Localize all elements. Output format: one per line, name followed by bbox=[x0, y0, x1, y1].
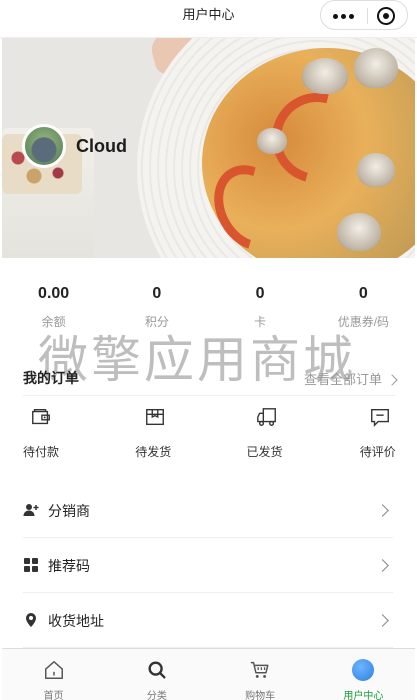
chevron-right-icon bbox=[376, 504, 389, 517]
tab-label: 用户中心 bbox=[343, 691, 384, 700]
box-icon bbox=[146, 408, 165, 426]
banner-clam-decoration bbox=[257, 128, 287, 154]
banner-clam-decoration bbox=[357, 153, 395, 187]
stat-value: 0 bbox=[152, 285, 162, 302]
order-status-label: 待付款 bbox=[23, 445, 60, 459]
menu-item-label: 推荐码 bbox=[48, 558, 90, 574]
search-icon bbox=[148, 661, 166, 679]
tab-label: 购物车 bbox=[245, 691, 276, 700]
chevron-right-icon bbox=[376, 614, 389, 627]
avatar[interactable] bbox=[22, 124, 66, 168]
capsule-divider bbox=[367, 8, 368, 24]
truck-icon bbox=[256, 408, 276, 426]
order-shipped[interactable]: 已发货 bbox=[209, 403, 312, 463]
order-status-label: 已发货 bbox=[246, 445, 283, 459]
menu-item-distributor[interactable]: 分销商 bbox=[23, 483, 393, 538]
menu-item-shipping-address[interactable]: 收货地址 bbox=[23, 593, 393, 648]
mini-program-capsule bbox=[320, 0, 408, 30]
bottom-tab-bar: 首页 分类 购物车 用户中心 bbox=[2, 648, 415, 700]
wallet-icon bbox=[32, 408, 50, 425]
tab-label: 首页 bbox=[43, 691, 64, 700]
menu-item-label: 分销商 bbox=[48, 503, 90, 519]
user-center-icon bbox=[352, 659, 375, 681]
location-pin-icon bbox=[26, 613, 36, 627]
stat-value: 0 bbox=[255, 285, 265, 302]
user-plus-icon bbox=[23, 504, 39, 516]
order-pending-review[interactable]: 待评价 bbox=[312, 403, 415, 463]
close-target-icon[interactable] bbox=[377, 7, 395, 25]
tab-user-center[interactable]: 用户中心 bbox=[312, 649, 415, 700]
stat-value: 0 bbox=[358, 285, 368, 302]
menu-item-label: 收货地址 bbox=[48, 613, 104, 629]
order-pending-payment[interactable]: 待付款 bbox=[2, 403, 105, 463]
navigation-bar: 用户中心 bbox=[0, 0, 417, 38]
tab-home[interactable]: 首页 bbox=[2, 649, 105, 700]
tab-cart[interactable]: 购物车 bbox=[209, 649, 312, 700]
view-all-orders-label: 查看全部订单 bbox=[303, 372, 382, 387]
banner-clam-decoration bbox=[302, 58, 348, 94]
comment-icon bbox=[370, 408, 389, 427]
more-menu-button[interactable] bbox=[333, 14, 354, 19]
chevron-right-icon bbox=[386, 374, 398, 386]
chevron-right-icon bbox=[376, 559, 389, 572]
order-status-label: 待评价 bbox=[359, 445, 396, 459]
home-icon bbox=[44, 661, 63, 679]
username: Cloud bbox=[76, 136, 127, 156]
tab-category[interactable]: 分类 bbox=[105, 649, 208, 700]
menu-item-referral-code[interactable]: 推荐码 bbox=[23, 538, 393, 593]
order-status-row: 待付款 待发货 已发货 待评价 bbox=[2, 403, 415, 463]
cart-icon bbox=[250, 661, 269, 678]
orders-header: 我的订单 查看全部订单 bbox=[23, 360, 398, 396]
orders-title: 我的订单 bbox=[23, 370, 79, 386]
view-all-orders-link[interactable]: 查看全部订单 bbox=[303, 369, 398, 388]
banner-clam-decoration bbox=[354, 48, 398, 88]
order-pending-shipment[interactable]: 待发货 bbox=[105, 403, 208, 463]
banner-clam-decoration bbox=[337, 213, 381, 251]
stat-value: 0.00 bbox=[38, 285, 70, 302]
grid-icon bbox=[24, 558, 38, 572]
order-status-label: 待发货 bbox=[135, 445, 172, 459]
tab-label: 分类 bbox=[146, 691, 167, 700]
